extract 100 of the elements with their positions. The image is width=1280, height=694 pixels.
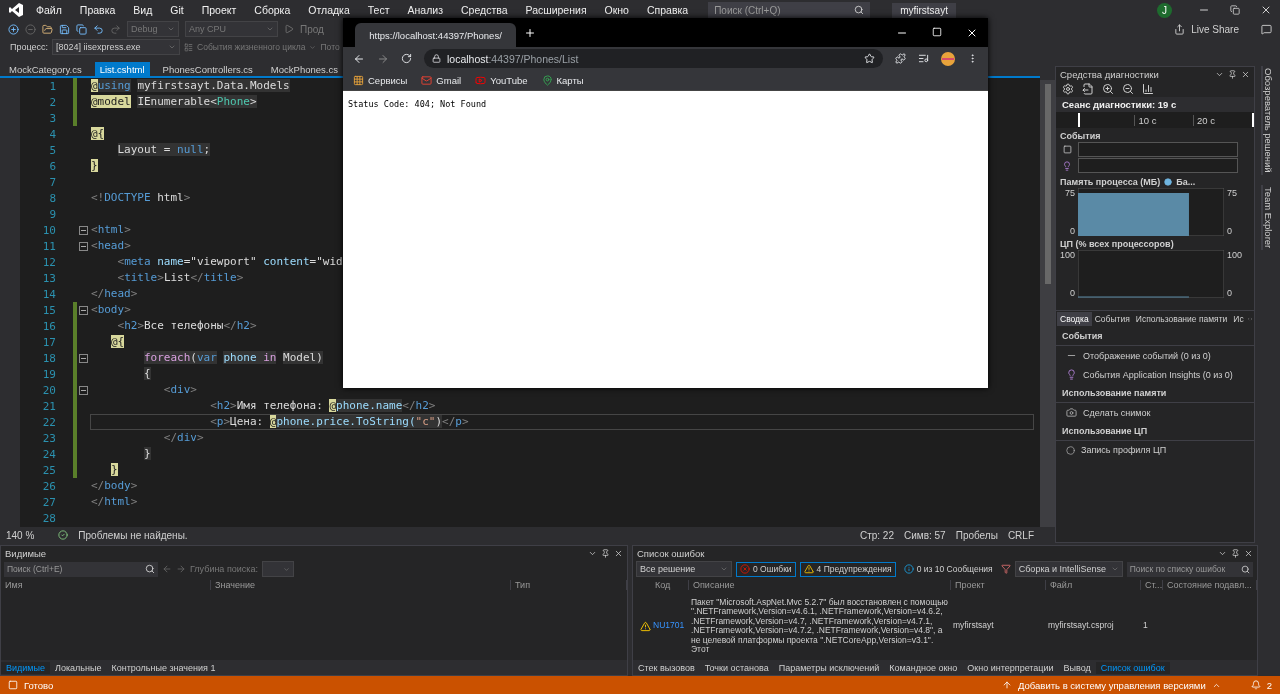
puzzle-icon[interactable] [895, 53, 906, 64]
summary-link[interactable]: Отображение событий (0 из 0) [1083, 350, 1211, 361]
profile-avatar[interactable] [941, 51, 955, 66]
save-icon[interactable] [59, 23, 70, 35]
column-header[interactable]: Описание [689, 580, 951, 590]
pane-tab[interactable]: События [1091, 312, 1133, 326]
column-header[interactable]: Файл [1046, 580, 1141, 590]
zoom-dropdown[interactable]: 140 % [6, 529, 35, 541]
zoom-in-icon[interactable] [1102, 83, 1114, 95]
search-field[interactable]: Поиск по списку ошибок [1126, 561, 1253, 577]
messages-filter[interactable]: 0 из 10 Сообщения [899, 561, 997, 577]
panel-tab[interactable]: Вывод [1058, 661, 1096, 674]
back-icon[interactable] [353, 52, 365, 65]
menu-item[interactable]: Правка [73, 4, 122, 16]
panel-tab[interactable]: Окно интерпретации [962, 661, 1059, 674]
document-tab[interactable]: MockPhones.cs [265, 62, 343, 76]
maximize-icon[interactable] [932, 26, 942, 37]
panel-tab[interactable]: Командное окно [884, 661, 963, 674]
menu-item[interactable]: Git [164, 4, 190, 16]
summary-link[interactable]: Сделать снимок [1083, 407, 1151, 418]
column-header[interactable]: Проект [951, 580, 1046, 590]
column-header[interactable]: Тип [511, 580, 627, 590]
panel-tab[interactable]: Параметры исключений [773, 661, 885, 674]
panel-tab[interactable]: Точки останова [699, 661, 774, 674]
summary-link[interactable]: События Application Insights (0 из 0) [1083, 369, 1233, 380]
scope-dropdown[interactable]: Все решение [636, 561, 732, 577]
search-field[interactable]: Поиск (Ctrl+E) [4, 561, 158, 577]
panel-tab[interactable]: Стек вызовов [633, 661, 700, 674]
playlist-icon[interactable] [918, 53, 929, 64]
pin-icon[interactable] [1231, 548, 1240, 558]
bar-chart-icon[interactable] [1142, 83, 1154, 95]
collapse-icon[interactable] [79, 225, 88, 235]
pin-icon[interactable] [601, 548, 610, 558]
bookmark-link[interactable]: Карты [556, 74, 584, 86]
bookmark-link[interactable]: Gmail [436, 74, 462, 86]
side-tab[interactable]: Обозреватель решений [1261, 66, 1274, 175]
close-icon[interactable] [614, 548, 623, 558]
back-icon[interactable] [8, 23, 19, 35]
zoom-out-icon[interactable] [1122, 83, 1134, 95]
document-tab[interactable]: MockCategory.cs [4, 62, 87, 76]
menu-item[interactable]: Сборка [248, 4, 297, 16]
menu-item[interactable]: Расширения [519, 4, 593, 16]
menu-item[interactable]: Анализ [401, 4, 449, 16]
column-header[interactable]: Состояние подавл... [1163, 580, 1257, 590]
menu-item[interactable]: Средства [454, 4, 514, 16]
side-tab[interactable]: Team Explorer [1261, 184, 1274, 250]
menu-item[interactable]: Отладка [302, 4, 356, 16]
collapse-icon[interactable] [79, 353, 88, 363]
pin-icon[interactable] [1228, 69, 1237, 79]
browser-tab[interactable]: https://localhost:44397/Phones/ [355, 23, 516, 47]
user-avatar[interactable]: J [1157, 2, 1172, 18]
reload-icon[interactable] [401, 53, 412, 64]
menu-item[interactable]: Окно [598, 4, 635, 16]
share-icon[interactable] [1174, 23, 1186, 35]
bookmark-link[interactable]: YouTube [490, 74, 528, 86]
search-field[interactable]: Поиск (Ctrl+Q) [708, 2, 871, 18]
menu-item[interactable]: Тест [361, 4, 396, 16]
feedback-icon[interactable] [1261, 23, 1272, 35]
column-header[interactable]: Код [651, 580, 689, 590]
pane-tab[interactable]: Использование памяти [1132, 312, 1231, 326]
document-tab[interactable]: PhonesControllers.cs [157, 62, 258, 76]
column-header[interactable]: Ст... [1141, 580, 1163, 590]
menu-item[interactable]: Проект [195, 4, 243, 16]
warnings-filter[interactable]: 4 Предупреждения [799, 561, 896, 577]
collapse-icon[interactable] [79, 305, 88, 315]
scrollbar[interactable] [1040, 80, 1055, 527]
filter-icon[interactable] [1000, 564, 1011, 574]
bookmark-link[interactable]: Сервисы [368, 74, 408, 86]
restore-icon[interactable] [1230, 5, 1240, 15]
errors-filter[interactable]: 0 Ошибки [736, 561, 796, 577]
export-icon[interactable] [1082, 83, 1094, 95]
column-header[interactable]: Имя [1, 580, 211, 590]
save-all-icon[interactable] [76, 23, 87, 35]
panel-tab[interactable]: Видимые [1, 661, 50, 674]
close-icon[interactable] [1241, 69, 1250, 79]
panel-tab[interactable]: Контрольные значения 1 [106, 661, 221, 674]
process-dropdown[interactable]: [8024] iisexpress.exe [52, 39, 181, 55]
summary-link[interactable]: Запись профиля ЦП [1081, 445, 1167, 455]
close-icon[interactable] [1260, 4, 1272, 16]
column-header[interactable]: Значение [211, 580, 511, 590]
menu-item[interactable]: Вид [127, 4, 159, 16]
panel-tab[interactable]: Список ошибок [1095, 661, 1170, 674]
error-code[interactable]: NU1701 [651, 621, 689, 631]
settings-icon[interactable] [1062, 83, 1074, 95]
address-bar[interactable]: localhost:44397/Phones/List [424, 49, 883, 68]
collapse-icon[interactable] [79, 385, 88, 395]
folder-icon[interactable] [42, 23, 53, 35]
source-dropdown[interactable]: Сборка и IntelliSense [1014, 561, 1123, 577]
pane-tab[interactable]: Сводка [1057, 312, 1092, 326]
panel-tab[interactable]: Локальные [50, 661, 107, 674]
source-control-button[interactable]: Добавить в систему управления версиями [1018, 679, 1206, 691]
undo-icon[interactable] [93, 23, 104, 35]
pane-tab[interactable]: Ис [1230, 312, 1247, 326]
live-share-button[interactable]: Live Share [1191, 23, 1239, 35]
menu-item[interactable]: Справка [640, 4, 695, 16]
new-tab-icon[interactable] [524, 26, 536, 39]
document-tab[interactable]: List.cshtml [94, 62, 150, 76]
notifications-icon[interactable] [1250, 680, 1261, 690]
star-icon[interactable] [864, 53, 875, 64]
timeline-ruler[interactable]: 10 с 20 с [1056, 112, 1254, 128]
